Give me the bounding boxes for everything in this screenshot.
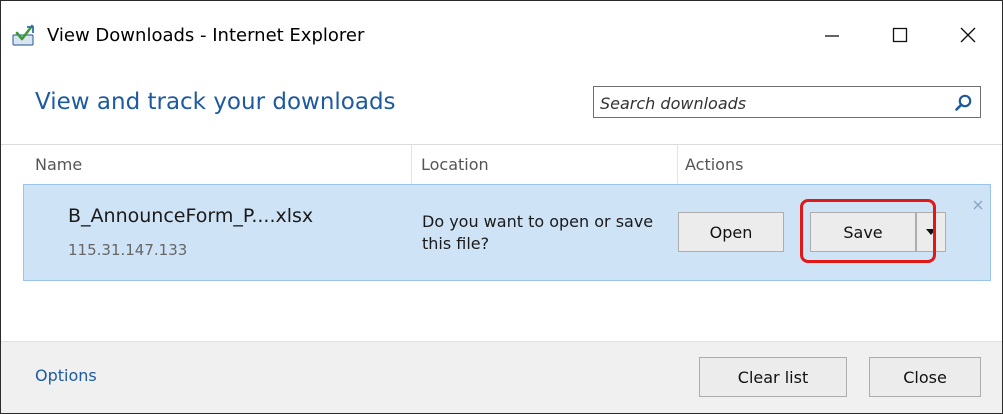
- close-icon: [960, 27, 976, 43]
- file-source: 115.31.147.133: [68, 241, 188, 259]
- search-box[interactable]: [593, 86, 981, 118]
- column-divider: [677, 145, 678, 185]
- minimize-button[interactable]: [809, 15, 855, 55]
- title-bar[interactable]: View Downloads - Internet Explorer: [1, 1, 1002, 67]
- column-divider: [411, 145, 412, 185]
- maximize-button[interactable]: [877, 15, 923, 55]
- search-input[interactable]: [600, 92, 940, 114]
- footer-bar: Options Clear list Close: [1, 341, 1002, 413]
- open-button[interactable]: Open: [678, 212, 784, 252]
- page-title: View and track your downloads: [35, 89, 396, 115]
- file-name: B_AnnounceForm_P....xlsx: [68, 205, 314, 227]
- window-close-button[interactable]: [945, 15, 991, 55]
- dropdown-arrow-icon: [926, 229, 936, 235]
- save-options-dropdown[interactable]: [916, 212, 946, 252]
- downloads-window: View Downloads - Internet Explorer View …: [0, 0, 1003, 414]
- ie-downloads-icon: [11, 23, 37, 47]
- download-row[interactable]: B_AnnounceForm_P....xlsx 115.31.147.133 …: [23, 184, 991, 281]
- column-header-location[interactable]: Location: [421, 155, 489, 174]
- column-header-row: Name Location Actions: [1, 144, 1002, 185]
- close-button[interactable]: Close: [869, 357, 981, 397]
- window-title: View Downloads - Internet Explorer: [47, 25, 365, 46]
- download-prompt: Do you want to open or save this file?: [422, 212, 654, 253]
- column-header-actions: Actions: [685, 155, 744, 174]
- maximize-icon: [892, 27, 908, 43]
- dismiss-icon[interactable]: [972, 199, 984, 211]
- options-link[interactable]: Options: [35, 366, 97, 385]
- clear-list-button[interactable]: Clear list: [699, 357, 847, 397]
- search-icon[interactable]: [954, 93, 974, 113]
- column-header-name[interactable]: Name: [35, 155, 82, 174]
- save-button[interactable]: Save: [810, 212, 916, 252]
- minimize-icon: [825, 35, 839, 37]
